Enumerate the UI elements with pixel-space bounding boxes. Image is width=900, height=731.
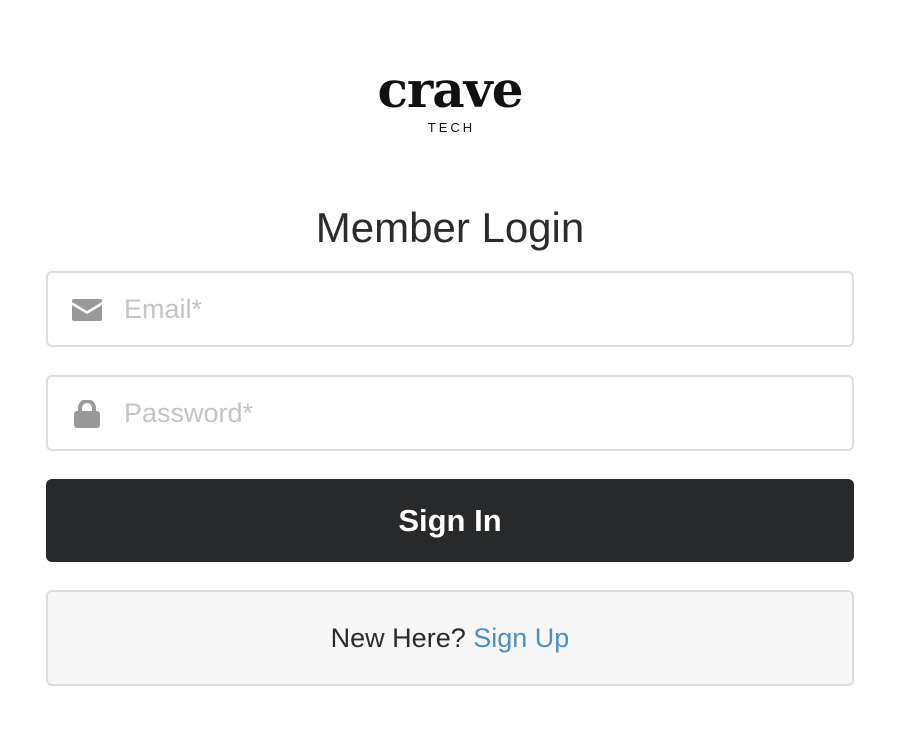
envelope-icon — [72, 295, 102, 325]
logo-subtitle: TECH — [427, 120, 476, 135]
signup-prompt-box: New Here? Sign Up — [46, 590, 854, 686]
brand-logo: crave TECH — [0, 60, 900, 136]
page-title: Member Login — [315, 204, 585, 251]
logo-wordmark: crave — [377, 60, 523, 119]
email-field[interactable] — [46, 271, 854, 347]
signup-prompt-text: New Here? — [330, 623, 466, 653]
sign-up-link[interactable]: Sign Up — [473, 623, 569, 653]
email-input[interactable] — [124, 273, 824, 345]
sign-in-button[interactable]: Sign In — [46, 479, 854, 562]
lock-icon — [72, 399, 102, 429]
password-field[interactable] — [46, 375, 854, 451]
password-input[interactable] — [124, 377, 824, 449]
